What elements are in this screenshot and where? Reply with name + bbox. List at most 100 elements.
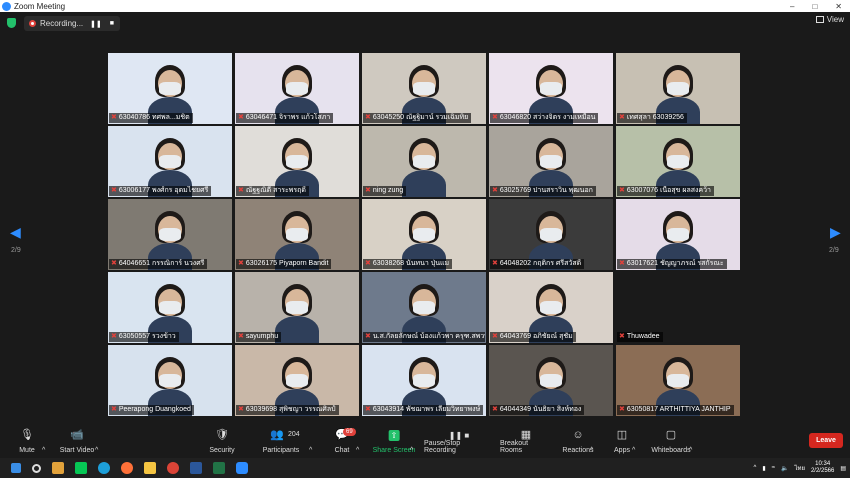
face-mask <box>159 301 181 314</box>
wifi-icon[interactable]: ≈ <box>772 465 775 471</box>
participant-video-tile[interactable]: ✖ 64044349 นันธิยา สิงห์ทอง <box>489 345 613 416</box>
edge-browser-icon[interactable] <box>98 462 110 474</box>
muted-mic-icon: ✖ <box>619 406 625 413</box>
close-icon[interactable]: ✕ <box>835 2 842 11</box>
excel-icon[interactable] <box>213 462 225 474</box>
participant-video-tile[interactable]: ✖ 63040786 ทศพล...มชิต <box>108 53 232 124</box>
file-explorer-icon[interactable] <box>144 462 156 474</box>
notifications-icon[interactable]: ▤ <box>840 465 846 472</box>
word-icon[interactable] <box>190 462 202 474</box>
participants-caret[interactable]: ^ <box>309 425 312 458</box>
participant-video-tile[interactable]: ✖ ning zung <box>362 126 486 197</box>
next-page-arrow-icon[interactable]: ▶ <box>830 224 841 241</box>
participant-video-tile[interactable]: ✖ 63026175 Piyaporn Bandit <box>235 199 359 270</box>
participant-video-tile[interactable]: ✖ เทศสุลา 63039256 <box>616 53 740 124</box>
mute-button[interactable]: 🎙 Mute <box>13 425 41 458</box>
muted-mic-icon: ✖ <box>619 187 625 194</box>
participant-video-tile[interactable]: ✖ 63050817 ARTHITTIYA JANTHIP <box>616 345 740 416</box>
page-indicator-right: 2/9 <box>829 247 839 254</box>
stop-recording-icon[interactable]: ■ <box>110 20 114 28</box>
system-tray: ^ ▮ ≈ 🔈 ไทย 10:34 2/2/2566 ▤ <box>754 458 846 478</box>
participant-video-tile[interactable]: ✖ 63046471 จิราพร แก้วโสภา <box>235 53 359 124</box>
participant-video-tile[interactable]: ✖ 63038268 นันทนา ปุ่นแม <box>362 199 486 270</box>
participant-video-tile[interactable]: ✖ 64048202 กฤติกร ศรีสวัสดิ์ <box>489 199 613 270</box>
whiteboards-button[interactable]: ▢ Whiteboards <box>650 425 692 458</box>
input-language[interactable]: ไทย <box>794 463 805 473</box>
muted-mic-icon: ✖ <box>492 187 498 194</box>
windows-start-icon[interactable] <box>11 463 21 473</box>
participant-video-tile[interactable]: ✖ ณัฐฐณิดี สาระพรฤดิ์ <box>235 126 359 197</box>
encryption-shield-icon[interactable] <box>7 18 16 28</box>
participant-video-tile[interactable]: ✖ 64043769 อภิชัยณ์ สุชัม <box>489 272 613 343</box>
audio-options-caret[interactable]: ^ <box>42 425 45 458</box>
participant-figure <box>402 170 446 197</box>
battery-icon[interactable]: ▮ <box>762 465 765 472</box>
participant-name: 64043769 อภิชัยณ์ สุชัม <box>499 333 573 340</box>
participant-video-tile[interactable]: ✖ 64046651 กรรณิการ์ นวงศรี <box>108 199 232 270</box>
pause-stop-recording-button[interactable]: ❚❚ ■ Pause/Stop Recording <box>424 425 494 458</box>
apps-caret[interactable]: ^ <box>632 425 635 458</box>
zoom-taskbar-icon[interactable] <box>236 462 248 474</box>
tray-chevron-icon[interactable]: ^ <box>754 465 757 471</box>
whiteboards-caret[interactable]: ^ <box>689 425 692 458</box>
face-mask <box>540 374 562 387</box>
participant-name: 63050557 รวงข้าว <box>118 333 176 340</box>
video-options-caret[interactable]: ^ <box>95 425 98 458</box>
participant-video-tile[interactable]: ✖ 63007076 เนื้อสุข ผลสงคว้า <box>616 126 740 197</box>
firefox-icon[interactable] <box>121 462 133 474</box>
participant-video-tile[interactable]: ✖ 63025769 ปานสราวิน พุฒนอก <box>489 126 613 197</box>
participant-video-tile[interactable]: ✖ 63039698 สุพิชญา วรรณศิลป์ <box>235 345 359 416</box>
leave-button[interactable]: Leave <box>809 433 843 448</box>
media-player-icon[interactable] <box>52 462 64 474</box>
line-app-icon[interactable] <box>75 462 87 474</box>
face-mask <box>413 82 435 95</box>
participant-video-tile[interactable]: ✖ sayumphu <box>235 272 359 343</box>
muted-mic-icon: ✖ <box>619 114 625 121</box>
muted-mic-icon: ✖ <box>492 406 498 413</box>
muted-mic-icon: ✖ <box>238 260 244 267</box>
reactions-caret[interactable]: ^ <box>590 425 593 458</box>
pause-recording-icon[interactable]: ❚❚ <box>90 20 102 28</box>
search-icon[interactable] <box>32 463 41 473</box>
participant-video-tile[interactable]: ✖ 63045250 ณัฐฐิมาน์ รวมเฉิมทิย <box>362 53 486 124</box>
clock-time: 10:34 <box>815 461 831 467</box>
share-caret[interactable]: ^ <box>410 425 413 458</box>
security-button[interactable]: 🛡 Security <box>205 425 239 458</box>
volume-icon[interactable]: 🔈 <box>781 465 788 472</box>
previous-page-arrow-icon[interactable]: ◀ <box>10 224 21 241</box>
apps-button[interactable]: ◫ Apps <box>611 425 633 458</box>
start-video-button[interactable]: 📹 Start Video <box>58 425 96 458</box>
muted-mic-icon: ✖ <box>238 333 244 340</box>
microphone-icon: 🎙 <box>20 429 34 441</box>
participant-video-tile[interactable]: ✖ 63046820 สว่างจิตร งามเหมือน <box>489 53 613 124</box>
participant-name: 63043914 พัชฌาพร เลียมวิทยาพงษ์ <box>372 406 481 413</box>
chrome-icon[interactable] <box>167 462 179 474</box>
participant-video-tile[interactable]: ✖ 63017621 ชัญญาภรณ์ รสกัรณะ <box>616 199 740 270</box>
view-button[interactable]: View <box>815 15 844 24</box>
participant-name-label: ✖ น.ส.กัลยลักษณ์ บ้องแก้วพา ครุฑ.สพวพง. <box>363 332 485 342</box>
participants-button[interactable]: 👥 204 Participants <box>260 425 302 458</box>
view-label: View <box>826 15 844 24</box>
participant-video-tile[interactable]: ✖ 63050557 รวงข้าว <box>108 272 232 343</box>
participant-name: 63045250 ณัฐฐิมาน์ รวมเฉิมทิย <box>372 114 469 121</box>
clock[interactable]: 10:34 2/2/2566 <box>811 461 834 475</box>
face-mask <box>159 374 181 387</box>
minimize-icon[interactable]: – <box>790 2 794 11</box>
participant-video-tile[interactable]: ✖ Thuwadee <box>616 272 740 343</box>
breakout-rooms-button[interactable]: ▦ Breakout Rooms <box>500 425 552 458</box>
participant-video-tile[interactable]: ✖ Peerapong Duangkoed <box>108 345 232 416</box>
muted-mic-icon: ✖ <box>365 114 371 121</box>
participant-name: 64046651 กรรณิการ์ นวงศรี <box>118 260 205 267</box>
muted-mic-icon: ✖ <box>238 406 244 413</box>
participant-video-tile[interactable]: ✖ น.ส.กัลยลักษณ์ บ้องแก้วพา ครุฑ.สพวพง. <box>362 272 486 343</box>
participant-video-tile[interactable]: ✖ 63043914 พัชฌาพร เลียมวิทยาพงษ์ <box>362 345 486 416</box>
participant-video-tile[interactable]: ✖ 63006177 พงศ์กร อุดมไชยศรี <box>108 126 232 197</box>
participant-name: ning zung <box>372 187 404 194</box>
chat-button[interactable]: 💬 69 Chat <box>330 425 356 458</box>
face-mask <box>413 374 435 387</box>
maximize-icon[interactable]: □ <box>812 2 817 11</box>
recording-status: Recording... <box>40 19 84 28</box>
chat-caret[interactable]: ^ <box>356 425 359 458</box>
apps-icon: ◫ <box>616 429 628 441</box>
participant-name-label: ✖ Peerapong Duangkoed <box>109 405 194 415</box>
